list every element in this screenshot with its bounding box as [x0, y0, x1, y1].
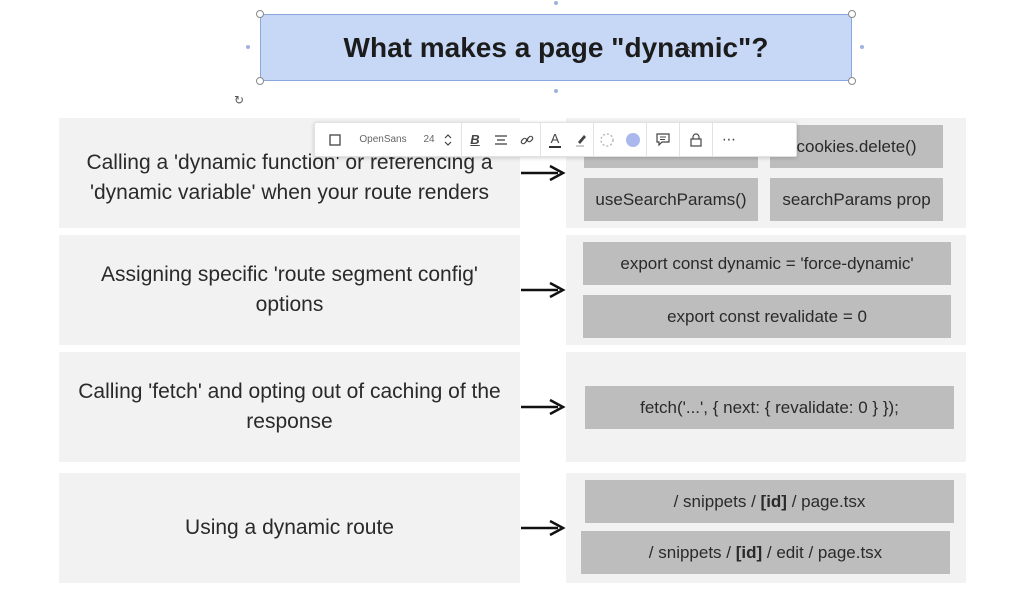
code-chip[interactable]: export const revalidate = 0 [583, 295, 951, 338]
resize-handle-top-left[interactable] [256, 10, 264, 18]
arrow-right-icon [521, 398, 566, 416]
resize-handle-top-right[interactable] [848, 10, 856, 18]
font-size-stepper-icon[interactable] [441, 122, 455, 157]
connector-dot-top[interactable] [554, 1, 558, 5]
page-title: What makes a page "dynamic"? [343, 31, 769, 63]
bold-icon[interactable]: B [462, 122, 488, 157]
left-panel-label: Assigning specific 'route segment config… [101, 263, 478, 316]
comment-icon[interactable] [647, 122, 679, 157]
font-family-select[interactable]: OpenSans [349, 122, 417, 157]
code-chip-label: export const revalidate = 0 [667, 306, 867, 326]
left-panel-row-2[interactable]: Assigning specific 'route segment config… [59, 235, 520, 345]
arrow-right-icon [521, 281, 566, 299]
connector-dot-left[interactable] [246, 45, 250, 49]
code-chip[interactable]: searchParams prop [770, 178, 943, 221]
code-chip[interactable]: / snippets / [id] / edit / page.tsx [581, 531, 950, 574]
code-chip[interactable]: export const dynamic = 'force-dynamic' [583, 242, 951, 285]
font-size-input[interactable]: 24 [417, 122, 441, 157]
left-panel-row-4[interactable]: Using a dynamic route [59, 473, 520, 583]
more-icon[interactable]: ⋯ [713, 122, 745, 157]
resize-handle-bottom-left[interactable] [256, 77, 264, 85]
resize-handle-bottom-right[interactable] [848, 77, 856, 85]
align-center-icon[interactable] [488, 122, 514, 157]
lock-icon[interactable] [680, 122, 712, 157]
left-panel-label: Using a dynamic route [185, 516, 394, 539]
arrow-right-icon [521, 164, 566, 182]
code-chip-label: searchParams prop [782, 189, 931, 209]
code-chip-label: export const dynamic = 'force-dynamic' [620, 253, 914, 273]
shape-border-icon[interactable] [321, 122, 349, 157]
code-chip-label: fetch('...', { next: { revalidate: 0 } }… [640, 397, 899, 417]
connector-dot-bottom[interactable] [554, 89, 558, 93]
code-chip-label: cookies.delete() [796, 136, 917, 156]
left-panel-label: Calling a 'dynamic function' or referenc… [86, 151, 493, 204]
arrow-right-icon [521, 519, 566, 537]
title-shape[interactable]: What makes a page "dynamic"? [260, 14, 852, 81]
code-chip[interactable]: fetch('...', { next: { revalidate: 0 } }… [585, 386, 954, 429]
code-chip[interactable]: / snippets / [id] / page.tsx [585, 480, 954, 523]
left-panel-row-3[interactable]: Calling 'fetch' and opting out of cachin… [59, 352, 520, 462]
text-color-icon[interactable]: A [541, 122, 569, 157]
format-toolbar: OpenSans 24 B A ⋯ [314, 122, 797, 157]
connector-dot-right[interactable] [860, 45, 864, 49]
code-chip-label: / snippets / [id] / page.tsx [673, 491, 866, 511]
left-panel-label: Calling 'fetch' and opting out of cachin… [78, 380, 501, 433]
mouse-cursor-icon: ↖ [684, 43, 695, 57]
border-style-icon[interactable] [594, 122, 620, 157]
highlight-icon[interactable] [569, 122, 593, 157]
code-chip-label: / snippets / [id] / edit / page.tsx [648, 542, 883, 562]
code-chip-label: useSearchParams() [595, 189, 747, 209]
rotate-icon[interactable]: ↻ [234, 94, 246, 106]
link-icon[interactable] [514, 122, 540, 157]
fill-color-icon[interactable] [620, 122, 646, 157]
code-chip[interactable]: useSearchParams() [584, 178, 758, 221]
